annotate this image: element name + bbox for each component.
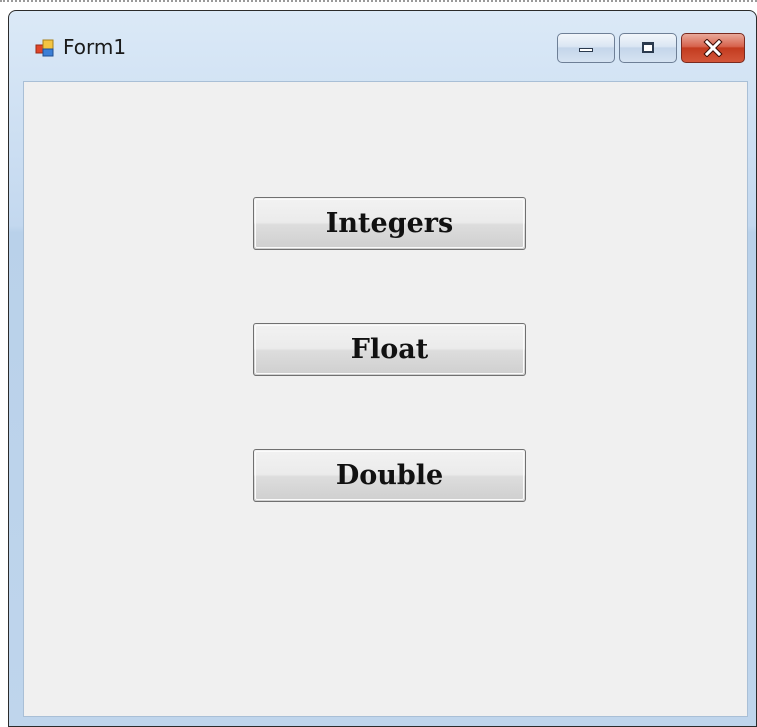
window-title: Form1 [63,35,127,59]
integers-button[interactable]: Integers [253,197,526,250]
form-client-area: Integers Float Double [23,81,748,717]
minimize-button[interactable] [557,33,615,63]
float-button[interactable]: Float [253,323,526,376]
maximize-icon [642,42,654,53]
minimize-icon [579,48,593,52]
close-icon [703,39,723,57]
selection-border [0,0,757,4]
double-button[interactable]: Double [253,449,526,502]
title-bar[interactable]: Form1 [9,11,756,81]
form-window: Form1 Integers Float Double [8,10,757,727]
maximize-button[interactable] [619,33,677,63]
app-icon [35,39,54,57]
close-button[interactable] [681,33,745,63]
